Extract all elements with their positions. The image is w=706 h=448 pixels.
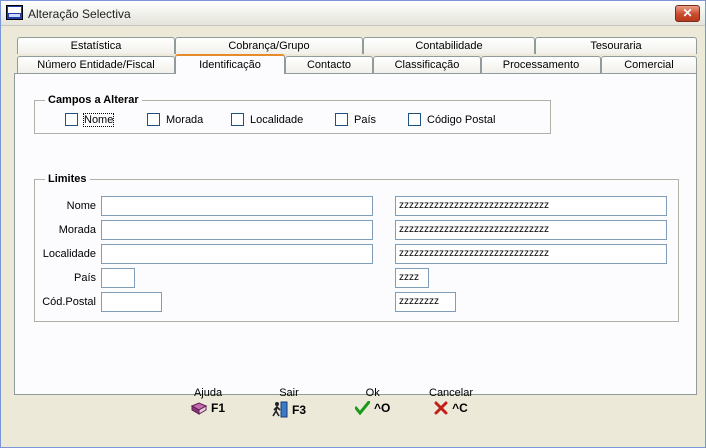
tab-comercial[interactable]: Comercial <box>601 56 697 73</box>
campos-legend: Campos a Alterar <box>48 94 139 106</box>
label-localidade: Localidade <box>42 248 96 260</box>
label-morada: Morada <box>58 224 96 236</box>
pais-from-input[interactable] <box>101 268 135 288</box>
title-bar[interactable]: Alteração Selectiva ✕ <box>1 1 705 26</box>
label-cod-postal: Cód.Postal <box>42 296 96 308</box>
tab-panel-identificacao: Campos a Alterar Nome Morada Localidade … <box>14 73 697 395</box>
ok-button[interactable]: Ok ^O <box>355 387 390 415</box>
tab-cobranca-grupo[interactable]: Cobrança/Grupo <box>175 37 363 54</box>
checkbox-box[interactable] <box>147 113 160 126</box>
checkbox-box[interactable] <box>65 113 78 126</box>
tab-row-back: Estatística Cobrança/Grupo Contabilidade… <box>17 37 697 54</box>
checkbox-codigo-postal[interactable]: Código Postal <box>408 113 496 126</box>
morada-to-input[interactable]: zzzzzzzzzzzzzzzzzzzzzzzzzzzzzz <box>395 220 667 240</box>
dialog-client: Estatística Cobrança/Grupo Contabilidade… <box>4 27 702 445</box>
checkbox-nome[interactable]: Nome <box>65 112 115 127</box>
checkbox-box[interactable] <box>231 113 244 126</box>
main-window: Alteração Selectiva ✕ Estatística Cobran… <box>0 0 706 448</box>
tab-estatistica[interactable]: Estatística <box>17 37 175 54</box>
tab-classificacao[interactable]: Classificação <box>373 56 481 73</box>
tab-contabilidade[interactable]: Contabilidade <box>363 37 535 54</box>
cross-icon <box>434 401 448 415</box>
cod-postal-from-input[interactable] <box>101 292 162 312</box>
nome-from-input[interactable] <box>101 196 373 216</box>
localidade-to-input[interactable]: zzzzzzzzzzzzzzzzzzzzzzzzzzzzzz <box>395 244 667 264</box>
checkbox-localidade[interactable]: Localidade <box>231 113 303 126</box>
checkmark-icon <box>355 401 370 415</box>
localidade-from-input[interactable] <box>101 244 373 264</box>
ajuda-button[interactable]: Ajuda F1 <box>191 387 225 415</box>
cod-postal-to-input[interactable]: zzzzzzzz <box>395 292 456 312</box>
app-icon <box>6 5 23 20</box>
tab-processamento[interactable]: Processamento <box>481 56 601 73</box>
pais-to-input[interactable]: zzzz <box>395 268 429 288</box>
tab-identificacao[interactable]: Identificação <box>175 54 285 74</box>
tab-row-front: Número Entidade/Fiscal Identificação Con… <box>17 54 697 74</box>
label-pais: País <box>73 272 96 284</box>
sair-button[interactable]: Sair F3 <box>272 387 306 418</box>
window-title: Alteração Selectiva <box>28 7 131 21</box>
close-icon: ✕ <box>682 6 693 20</box>
cancelar-button[interactable]: Cancelar ^C <box>429 387 473 415</box>
tab-contacto[interactable]: Contacto <box>285 56 373 73</box>
nome-to-input[interactable]: zzzzzzzzzzzzzzzzzzzzzzzzzzzzzz <box>395 196 667 216</box>
checkbox-morada[interactable]: Morada <box>147 113 203 126</box>
tab-numero-entidade-fiscal[interactable]: Número Entidade/Fiscal <box>17 56 175 73</box>
checkbox-box[interactable] <box>335 113 348 126</box>
label-nome: Nome <box>66 200 96 212</box>
tab-tesouraria[interactable]: Tesouraria <box>535 37 697 54</box>
help-book-icon <box>191 401 207 415</box>
limites-legend: Limites <box>48 173 87 185</box>
checkbox-pais[interactable]: País <box>335 113 376 126</box>
close-button[interactable]: ✕ <box>675 5 700 22</box>
exit-door-icon <box>272 401 288 418</box>
morada-from-input[interactable] <box>101 220 373 240</box>
checkbox-box[interactable] <box>408 113 421 126</box>
